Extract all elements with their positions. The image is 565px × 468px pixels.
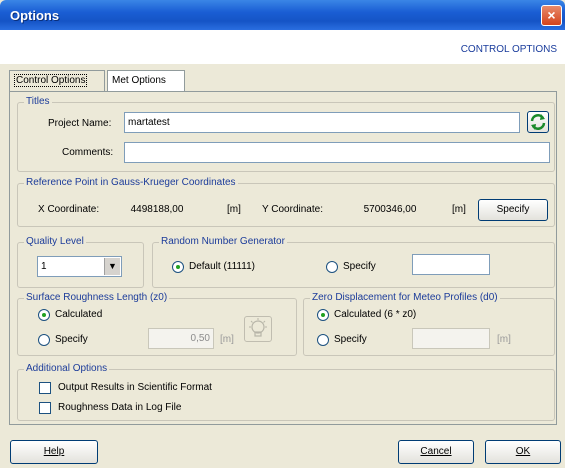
project-name-label: Project Name: — [48, 118, 112, 129]
refresh-icon — [530, 114, 546, 130]
scientific-format-checkbox[interactable] — [39, 382, 51, 394]
cancel-button-label: Cancel — [420, 446, 452, 457]
tab-label: Met Options — [112, 75, 166, 86]
tab-met-options[interactable]: Met Options — [107, 70, 185, 91]
comments-label: Comments: — [62, 147, 114, 158]
displacement-value-input[interactable] — [412, 328, 490, 349]
group-legend: Additional Options — [24, 363, 110, 375]
displacement-specify-label: Specify — [334, 334, 367, 345]
help-button[interactable]: Help — [10, 440, 98, 464]
random-default-radio[interactable] — [172, 261, 184, 273]
roughness-specify-label: Specify — [55, 334, 88, 345]
group-legend: Quality Level — [24, 236, 86, 248]
group-legend: Random Number Generator — [159, 236, 287, 248]
specify-coordinates-button[interactable]: Specify — [478, 199, 548, 221]
close-button[interactable]: × — [541, 5, 562, 26]
header-strip: CONTROL OPTIONS — [0, 30, 565, 64]
random-specify-radio[interactable] — [326, 261, 338, 273]
y-coordinate-label: Y Coordinate: — [262, 204, 323, 215]
quality-level-value: 1 — [41, 261, 47, 272]
options-dialog: Options × CONTROL OPTIONS Control Option… — [0, 0, 565, 468]
dialog-button-bar: Help Cancel OK — [0, 432, 565, 468]
random-specify-label: Specify — [343, 261, 376, 272]
log-file-label: Roughness Data in Log File — [58, 402, 182, 413]
y-coordinate-unit: [m] — [452, 204, 466, 215]
roughness-specify-radio[interactable] — [38, 334, 50, 346]
window-title: Options — [10, 8, 60, 23]
chevron-down-icon[interactable]: ▼ — [104, 258, 120, 275]
group-legend: Titles — [24, 96, 52, 108]
help-button-label: Help — [43, 446, 65, 457]
y-coordinate-value: 5700346,00 — [363, 204, 417, 215]
group-legend: Zero Displacement for Meteo Profiles (d0… — [310, 292, 500, 304]
tab-control-options[interactable]: Control Options — [9, 70, 105, 91]
group-legend: Reference Point in Gauss-Krueger Coordin… — [24, 177, 238, 189]
displacement-calculated-radio[interactable] — [317, 309, 329, 321]
project-name-input[interactable]: martatest — [124, 112, 520, 133]
header-section-label: CONTROL OPTIONS — [460, 44, 557, 55]
roughness-unit: [m] — [220, 334, 234, 345]
comments-input[interactable] — [124, 142, 550, 163]
ok-button-label: OK — [515, 446, 531, 457]
x-coordinate-unit: [m] — [227, 204, 241, 215]
roughness-lookup-button[interactable] — [244, 316, 272, 342]
ok-button[interactable]: OK — [485, 440, 561, 464]
displacement-specify-radio[interactable] — [317, 334, 329, 346]
quality-level-select[interactable]: 1 ▼ — [37, 256, 122, 277]
group-legend: Surface Roughness Length (z0) — [24, 292, 170, 304]
roughness-value-input[interactable]: 0,50 — [148, 328, 214, 349]
x-coordinate-label: X Coordinate: — [38, 204, 100, 215]
log-file-checkbox[interactable] — [39, 402, 51, 414]
displacement-unit: [m] — [497, 334, 511, 345]
title-bar[interactable]: Options × — [0, 0, 565, 30]
refresh-button[interactable] — [527, 111, 549, 133]
roughness-calculated-radio[interactable] — [38, 309, 50, 321]
lightbulb-icon — [249, 318, 267, 337]
random-seed-input[interactable] — [412, 254, 490, 275]
scientific-format-label: Output Results in Scientific Format — [58, 382, 212, 393]
x-coordinate-value: 4498188,00 — [130, 204, 184, 215]
roughness-calculated-label: Calculated — [55, 309, 103, 320]
displacement-calculated-label: Calculated (6 * z0) — [334, 309, 417, 320]
cancel-button[interactable]: Cancel — [398, 440, 474, 464]
random-default-label: Default (11111) — [189, 261, 255, 272]
tab-label: Control Options — [14, 74, 88, 87]
